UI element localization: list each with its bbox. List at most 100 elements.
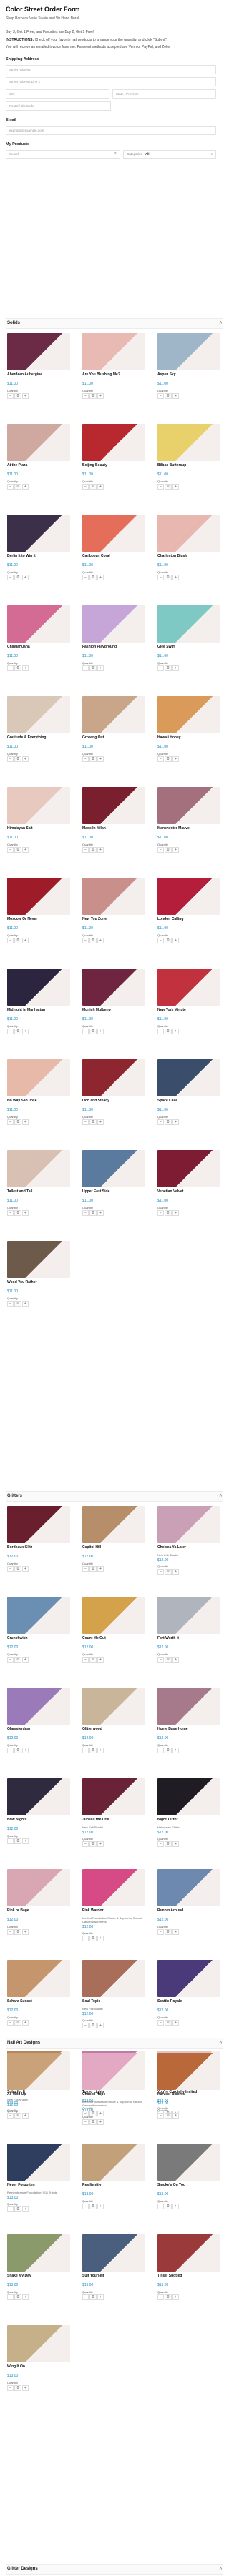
qty-value[interactable]: 0 <box>89 1936 97 1942</box>
product-image[interactable] <box>157 515 220 552</box>
qty-minus-button[interactable]: − <box>82 937 89 943</box>
qty-minus-button[interactable]: − <box>82 2203 89 2209</box>
product-image[interactable] <box>7 1150 70 1187</box>
qty-value[interactable]: 0 <box>89 937 97 943</box>
product-image[interactable] <box>157 605 220 643</box>
product-image[interactable] <box>157 787 220 824</box>
qty-plus-button[interactable]: + <box>172 1841 179 1848</box>
qty-plus-button[interactable]: + <box>22 1565 29 1572</box>
qty-plus-button[interactable]: + <box>22 1747 29 1753</box>
qty-value[interactable]: 0 <box>165 665 172 671</box>
product-image[interactable] <box>82 605 145 643</box>
product-image[interactable] <box>82 1869 145 1906</box>
product-image[interactable] <box>157 1778 220 1815</box>
product-image[interactable] <box>7 1869 70 1906</box>
qty-value[interactable]: 0 <box>89 1028 97 1034</box>
qty-plus-button[interactable]: + <box>97 2119 104 2126</box>
qty-minus-button[interactable]: − <box>7 665 14 671</box>
product-image[interactable] <box>82 2234 145 2272</box>
qty-minus-button[interactable]: − <box>7 392 14 399</box>
qty-value[interactable]: 0 <box>89 1119 97 1125</box>
qty-value[interactable]: 0 <box>165 2112 172 2119</box>
qty-minus-button[interactable]: − <box>7 2019 14 2026</box>
product-image[interactable] <box>7 2234 70 2272</box>
qty-value[interactable]: 0 <box>165 1569 172 1575</box>
product-image[interactable] <box>82 1150 145 1187</box>
qty-plus-button[interactable]: + <box>172 1209 179 1216</box>
product-image[interactable] <box>7 1241 70 1278</box>
qty-value[interactable]: 0 <box>165 1119 172 1125</box>
qty-plus-button[interactable]: + <box>22 1300 29 1307</box>
qty-minus-button[interactable]: − <box>157 1209 164 1216</box>
qty-plus-button[interactable]: + <box>22 392 29 399</box>
group-header[interactable]: Glitter Designs ˄ <box>6 2565 223 2575</box>
qty-minus-button[interactable]: − <box>157 1841 164 1848</box>
product-image[interactable] <box>157 2144 220 2181</box>
qty-minus-button[interactable]: − <box>7 1656 14 1663</box>
product-image[interactable] <box>7 333 70 370</box>
qty-plus-button[interactable]: + <box>22 1209 29 1216</box>
qty-value[interactable]: 0 <box>89 1747 97 1753</box>
qty-value[interactable]: 0 <box>165 2294 172 2300</box>
qty-minus-button[interactable]: − <box>7 2112 14 2119</box>
qty-plus-button[interactable]: + <box>22 1028 29 1034</box>
qty-value[interactable]: 0 <box>14 846 21 853</box>
qty-value[interactable]: 0 <box>165 2019 172 2026</box>
qty-value[interactable]: 0 <box>14 1656 21 1663</box>
qty-value[interactable]: 0 <box>165 1209 172 1216</box>
product-image[interactable] <box>7 515 70 552</box>
product-image[interactable] <box>7 1688 70 1725</box>
qty-plus-button[interactable]: + <box>22 1119 29 1125</box>
qty-value[interactable]: 0 <box>165 846 172 853</box>
qty-minus-button[interactable]: − <box>157 2294 164 2300</box>
qty-plus-button[interactable]: + <box>172 1747 179 1753</box>
qty-plus-button[interactable]: + <box>97 756 104 762</box>
qty-minus-button[interactable]: − <box>157 1656 164 1663</box>
qty-plus-button[interactable]: + <box>22 2294 29 2300</box>
qty-minus-button[interactable]: − <box>7 1747 14 1753</box>
qty-value[interactable]: 0 <box>89 392 97 399</box>
product-image[interactable] <box>7 2325 70 2362</box>
product-image[interactable] <box>82 2053 145 2090</box>
group-header[interactable]: Solids ˄ <box>6 319 223 329</box>
product-image[interactable] <box>157 1960 220 1997</box>
qty-value[interactable]: 0 <box>14 665 21 671</box>
product-image[interactable] <box>7 424 70 461</box>
product-image[interactable] <box>7 2144 70 2181</box>
qty-value[interactable]: 0 <box>14 1300 21 1307</box>
qty-plus-button[interactable]: + <box>97 1209 104 1216</box>
qty-plus-button[interactable]: + <box>172 392 179 399</box>
qty-minus-button[interactable]: − <box>157 2203 164 2209</box>
qty-value[interactable]: 0 <box>14 2206 21 2213</box>
qty-value[interactable]: 0 <box>89 1209 97 1216</box>
qty-minus-button[interactable]: − <box>157 1569 164 1575</box>
qty-value[interactable]: 0 <box>14 1565 21 1572</box>
qty-minus-button[interactable]: − <box>157 1028 164 1034</box>
product-image[interactable] <box>157 1688 220 1725</box>
product-image[interactable] <box>157 1869 220 1906</box>
qty-minus-button[interactable]: − <box>157 937 164 943</box>
product-image[interactable] <box>7 696 70 733</box>
qty-plus-button[interactable]: + <box>97 2203 104 2209</box>
qty-value[interactable]: 0 <box>89 483 97 490</box>
qty-plus-button[interactable]: + <box>172 1656 179 1663</box>
qty-value[interactable]: 0 <box>14 1209 21 1216</box>
qty-plus-button[interactable]: + <box>172 2294 179 2300</box>
qty-plus-button[interactable]: + <box>22 846 29 853</box>
qty-minus-button[interactable]: − <box>157 756 164 762</box>
search-input[interactable]: Search ⌕ <box>6 150 120 159</box>
qty-minus-button[interactable]: − <box>157 846 164 853</box>
qty-plus-button[interactable]: + <box>97 1656 104 1663</box>
qty-value[interactable]: 0 <box>89 846 97 853</box>
product-image[interactable] <box>82 2144 145 2181</box>
qty-minus-button[interactable]: − <box>157 392 164 399</box>
qty-minus-button[interactable]: − <box>7 1028 14 1034</box>
qty-minus-button[interactable]: − <box>7 1209 14 1216</box>
qty-minus-button[interactable]: − <box>82 1028 89 1034</box>
product-image[interactable] <box>7 1597 70 1634</box>
qty-plus-button[interactable]: + <box>97 1936 104 1942</box>
qty-plus-button[interactable]: + <box>22 483 29 490</box>
qty-plus-button[interactable]: + <box>97 1119 104 1125</box>
product-image[interactable] <box>82 696 145 733</box>
qty-value[interactable]: 0 <box>14 2384 21 2391</box>
